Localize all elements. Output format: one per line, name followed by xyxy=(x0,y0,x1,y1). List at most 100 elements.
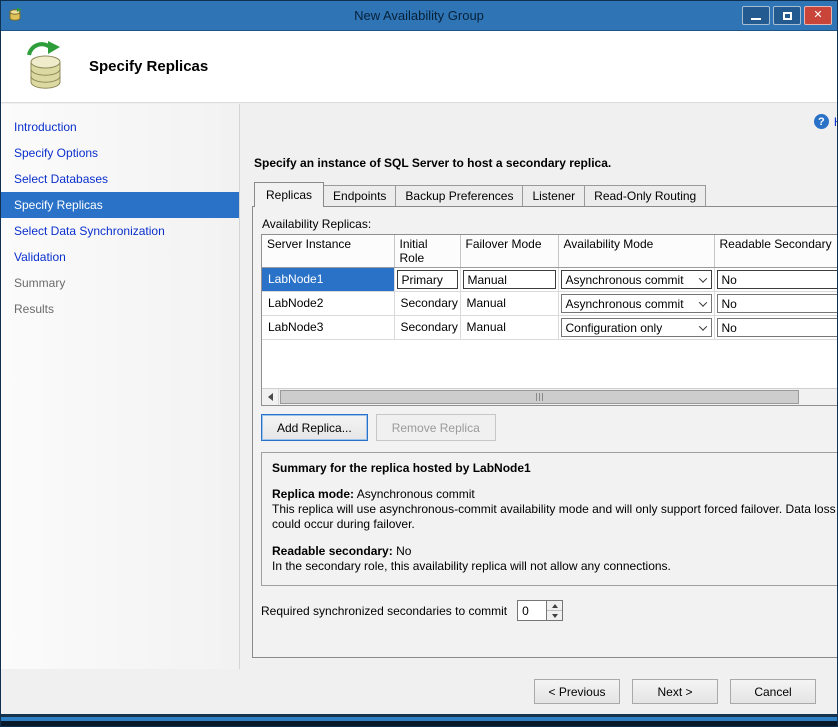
col-failover-mode: Failover Mode xyxy=(460,235,558,268)
sidebar-item-results: Results xyxy=(1,296,239,322)
grid-cell-initial-role: Primary xyxy=(394,268,460,292)
window-title: New Availability Group xyxy=(1,8,837,23)
sidebar-item-validation[interactable]: Validation xyxy=(1,244,239,270)
instruction-text: Specify an instance of SQL Server to hos… xyxy=(254,156,838,170)
col-initial-role: Initial Role xyxy=(394,235,460,268)
col-availability-mode: Availability Mode xyxy=(558,235,714,268)
help-icon: ? xyxy=(814,114,829,129)
col-readable-secondary: Readable Secondary xyxy=(714,235,838,268)
grid-cell-server[interactable]: LabNode1 xyxy=(262,268,394,292)
chevron-down-icon xyxy=(695,271,711,288)
grid-cell-readable-secondary: No xyxy=(714,316,838,340)
replica-mode-label: Replica mode: xyxy=(272,487,354,501)
maximize-button[interactable] xyxy=(773,6,801,25)
sidebar-item-introduction[interactable]: Introduction xyxy=(1,114,239,140)
table-row: LabNode3 Secondary Manual Configuration … xyxy=(262,316,838,340)
wizard-steps-sidebar: Introduction Specify Options Select Data… xyxy=(1,104,240,669)
spin-up-button[interactable] xyxy=(547,601,562,610)
close-icon: ✕ xyxy=(813,10,822,21)
readable-secondary-dropdown[interactable]: No xyxy=(717,318,838,337)
replica-mode-description: This replica will use asynchronous-commi… xyxy=(272,502,836,531)
replicas-grid: Server Instance Initial Role Failover Mo… xyxy=(261,234,838,406)
help-link[interactable]: ? Help xyxy=(814,114,838,129)
cancel-button[interactable]: Cancel xyxy=(730,679,816,704)
tab-endpoints[interactable]: Endpoints xyxy=(323,185,396,206)
sidebar-item-specify-replicas[interactable]: Specify Replicas xyxy=(1,192,239,218)
tab-read-only-routing[interactable]: Read-Only Routing xyxy=(584,185,706,206)
horizontal-scrollbar[interactable] xyxy=(262,388,838,405)
minimize-icon xyxy=(751,18,761,20)
remove-replica-button: Remove Replica xyxy=(376,414,496,441)
readable-secondary-label: Readable secondary: xyxy=(272,544,393,558)
add-replica-button[interactable]: Add Replica... xyxy=(261,414,368,441)
availability-mode-dropdown[interactable]: Asynchronous commit xyxy=(561,270,712,289)
readable-secondary-dropdown[interactable]: No xyxy=(717,294,838,313)
availability-replicas-label: Availability Replicas: xyxy=(262,217,838,231)
grid-cell-server[interactable]: LabNode3 xyxy=(262,316,394,340)
chevron-down-icon xyxy=(695,319,711,336)
app-icon xyxy=(7,6,23,25)
minimize-button[interactable] xyxy=(742,6,770,25)
required-secondaries-input[interactable] xyxy=(518,601,546,620)
col-server-instance: Server Instance xyxy=(262,235,394,268)
sidebar-item-select-data-synchronization[interactable]: Select Data Synchronization xyxy=(1,218,239,244)
window-bottom-border xyxy=(1,714,837,726)
replica-actions: Add Replica... Remove Replica xyxy=(261,414,838,441)
scroll-left-button[interactable] xyxy=(262,389,279,405)
table-row: LabNode1 Primary Manual Asynchronous com… xyxy=(262,268,838,292)
maximize-icon xyxy=(783,12,792,20)
availability-mode-dropdown[interactable]: Configuration only xyxy=(561,318,712,337)
required-secondaries-label: Required synchronized secondaries to com… xyxy=(261,604,507,618)
tab-strip: Replicas Endpoints Backup Preferences Li… xyxy=(254,182,838,206)
wizard-header: Specify Replicas xyxy=(1,31,837,103)
sidebar-item-select-databases[interactable]: Select Databases xyxy=(1,166,239,192)
wizard-body: Introduction Specify Options Select Data… xyxy=(1,104,837,669)
replica-mode-summary: Replica mode: Asynchronous commit This r… xyxy=(272,487,838,532)
title-bar: New Availability Group ✕ xyxy=(1,1,837,31)
tab-backup-preferences[interactable]: Backup Preferences xyxy=(395,185,523,206)
summary-title: Summary for the replica hosted by LabNod… xyxy=(272,461,838,475)
close-button[interactable]: ✕ xyxy=(804,6,832,25)
scrollbar-thumb[interactable] xyxy=(280,390,799,404)
next-button[interactable]: Next > xyxy=(632,679,718,704)
grid-header-row: Server Instance Initial Role Failover Mo… xyxy=(262,235,838,268)
grid-cell-server[interactable]: LabNode2 xyxy=(262,292,394,316)
grid-cell-readable-secondary: No xyxy=(714,268,838,292)
grid-cell-initial-role: Secondary xyxy=(394,316,460,340)
help-label: Help xyxy=(834,115,838,129)
tab-listener[interactable]: Listener xyxy=(522,185,585,206)
tab-replicas[interactable]: Replicas xyxy=(254,182,324,207)
main-panel: ? Help Specify an instance of SQL Server… xyxy=(240,104,838,669)
new-availability-group-window: New Availability Group ✕ Specify Replica… xyxy=(0,0,838,727)
grid-cell-availability-mode: Asynchronous commit xyxy=(558,292,714,316)
spinner-buttons xyxy=(546,601,562,620)
scroll-left-icon xyxy=(268,393,273,401)
required-secondaries-spinner xyxy=(517,600,563,621)
sidebar-item-specify-options[interactable]: Specify Options xyxy=(1,140,239,166)
grid-cell-failover-mode: Manual xyxy=(460,268,558,292)
grid-cell-failover-mode: Manual xyxy=(460,316,558,340)
replica-summary-box: Summary for the replica hosted by LabNod… xyxy=(261,452,838,586)
readable-secondary-dropdown[interactable]: No xyxy=(717,270,838,289)
replicas-tab-page: Availability Replicas: Server Instance I… xyxy=(252,206,838,658)
spin-up-icon xyxy=(552,604,558,608)
chevron-down-icon xyxy=(695,295,711,312)
sidebar-item-summary: Summary xyxy=(1,270,239,296)
wizard-footer: < Previous Next > Cancel xyxy=(1,669,837,714)
chevron-down-icon xyxy=(835,319,838,336)
chevron-down-icon xyxy=(835,271,838,288)
grid-cell-availability-mode: Asynchronous commit xyxy=(558,268,714,292)
window-controls: ✕ xyxy=(742,6,832,25)
readable-secondary-summary: Readable secondary: No In the secondary … xyxy=(272,544,838,574)
availability-group-icon xyxy=(19,40,69,94)
previous-button[interactable]: < Previous xyxy=(534,679,620,704)
grid-cell-availability-mode: Configuration only xyxy=(558,316,714,340)
readable-secondary-value: No xyxy=(396,544,411,558)
replica-mode-value: Asynchronous commit xyxy=(357,487,475,501)
spin-down-icon xyxy=(552,614,558,618)
chevron-down-icon xyxy=(835,295,838,312)
page-title: Specify Replicas xyxy=(89,58,208,75)
availability-mode-dropdown[interactable]: Asynchronous commit xyxy=(561,294,712,313)
grid-cell-failover-mode: Manual xyxy=(460,292,558,316)
spin-down-button[interactable] xyxy=(547,610,562,620)
